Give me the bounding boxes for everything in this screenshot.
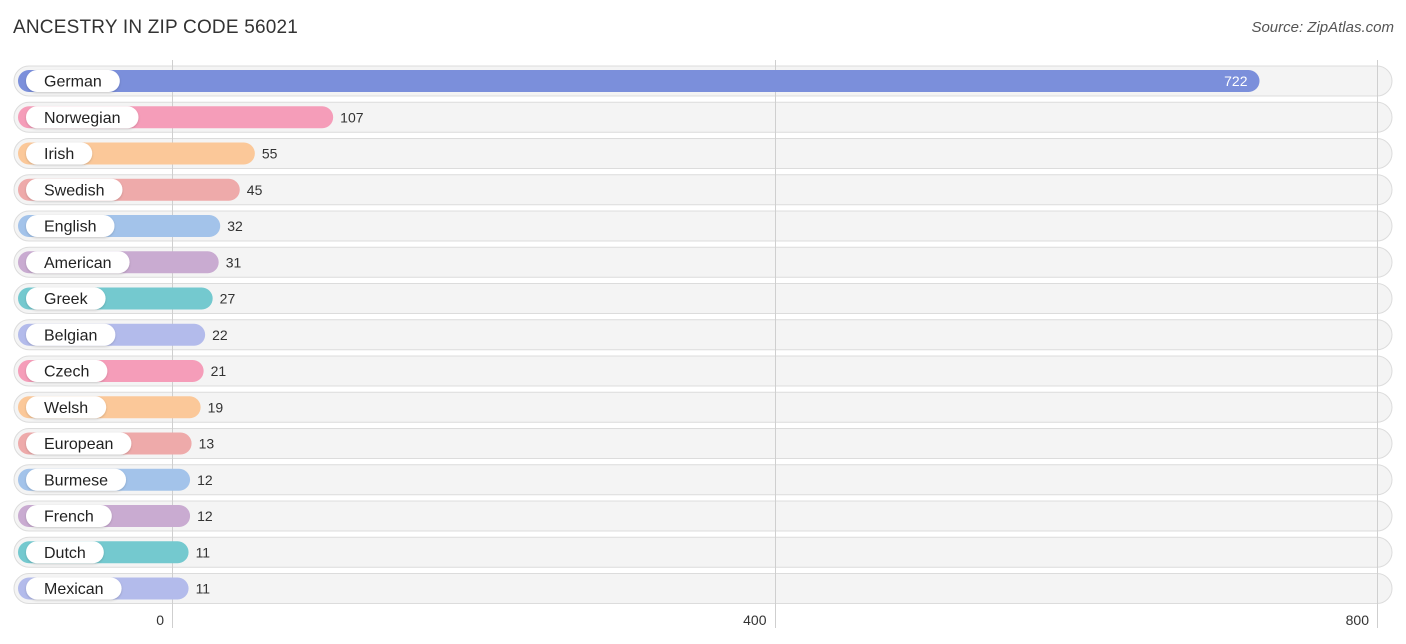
value-label: 19 [208, 399, 224, 415]
category-label: German [44, 74, 102, 91]
bar-chart: German 722 Norwegian 107 Irish 55 Swedish 45 Eng… [13, 60, 1393, 628]
row-track [13, 246, 1393, 278]
value-label: 22 [212, 327, 228, 343]
bar-group: French 12 [18, 505, 213, 527]
category-label: Welsh [44, 400, 88, 417]
value-label: 107 [340, 109, 364, 125]
bar-group: Welsh 19 [18, 396, 224, 419]
category-label: Norwegian [44, 110, 120, 127]
row-track [13, 210, 1393, 242]
category-label: American [44, 255, 112, 272]
tick-label: 400 [743, 612, 767, 628]
row-track [13, 428, 1393, 459]
tick-label: 800 [1346, 612, 1370, 628]
bar-group: Greek 27 [18, 287, 236, 310]
bar-group: Swedish 45 [18, 178, 263, 201]
row-track [13, 536, 1393, 568]
bar-group: American 31 [18, 251, 242, 274]
bar-group: European 13 [18, 432, 215, 455]
value-label: 31 [226, 254, 242, 270]
value-label: 45 [247, 182, 263, 198]
bar-group: Norwegian 107 [18, 106, 364, 129]
value-label: 13 [199, 436, 215, 452]
value-label: 722 [1224, 73, 1248, 89]
value-label: 55 [262, 146, 278, 162]
category-label: English [44, 219, 96, 236]
category-label: Mexican [44, 581, 104, 598]
row-track [13, 464, 1393, 496]
category-label: Greek [44, 291, 89, 308]
bar-group: English 32 [18, 215, 243, 237]
bar-group: Burmese 12 [18, 468, 213, 491]
bar-group: Irish 55 [18, 142, 278, 165]
value-label: 12 [197, 472, 213, 488]
bar-group: German 722 [18, 70, 1260, 92]
value-label: 11 [196, 581, 211, 597]
bar [18, 70, 1260, 92]
category-label: Swedish [44, 182, 104, 199]
category-label: Irish [44, 146, 74, 163]
bar-group: Belgian 22 [18, 323, 228, 346]
row-track [13, 573, 1393, 604]
value-label: 27 [220, 291, 236, 307]
value-label: 12 [197, 508, 213, 524]
category-label: Burmese [44, 472, 108, 489]
category-label: Dutch [44, 545, 86, 562]
category-label: Belgian [44, 327, 97, 344]
tick-label: 0 [156, 612, 164, 628]
row-track [13, 500, 1393, 532]
bar-group: Dutch 11 [18, 541, 211, 564]
bar-group: Czech 21 [18, 360, 226, 382]
value-label: 11 [196, 544, 211, 560]
x-axis-ticks: 0 400 800 [156, 612, 1369, 628]
value-label: 21 [211, 363, 227, 379]
bar-group: Mexican 11 [18, 577, 211, 600]
value-label: 32 [227, 218, 243, 234]
category-label: European [44, 436, 113, 453]
category-label: French [44, 509, 94, 526]
category-label: Czech [44, 364, 89, 381]
